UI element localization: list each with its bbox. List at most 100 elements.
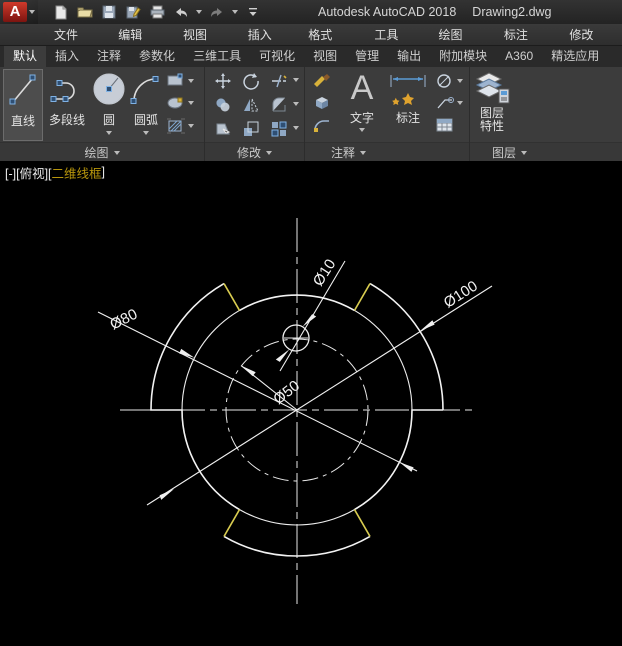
drawing-canvas[interactable]: Ø100 Ø80 Ø50 Ø10: [0, 161, 622, 646]
tab-parametric[interactable]: 参数化: [130, 46, 184, 67]
undo-button[interactable]: [172, 3, 190, 21]
copy-tool-button[interactable]: [213, 95, 233, 115]
menu-modify[interactable]: 修改(M): [555, 24, 622, 46]
stretch-tool-button[interactable]: [213, 119, 233, 139]
text-dropdown-caret-icon[interactable]: [359, 128, 365, 132]
tab-insert[interactable]: 插入: [46, 46, 88, 67]
panel-layers-expand-icon[interactable]: [521, 151, 527, 155]
annotate-extra-column: [435, 73, 463, 133]
menu-view[interactable]: 视图(V): [169, 24, 234, 46]
move-tool-button[interactable]: [213, 71, 233, 91]
hatch-dropdown-caret-icon[interactable]: [188, 124, 194, 128]
cube-icon: [312, 95, 332, 111]
tab-3dtools[interactable]: 三维工具: [184, 46, 250, 67]
new-file-button[interactable]: [52, 3, 70, 21]
window-title: Autodesk AutoCAD 2018Drawing2.dwg: [318, 0, 552, 24]
rotate-tool-button[interactable]: [241, 71, 261, 91]
3d-tool-button[interactable]: [312, 95, 332, 111]
save-as-button[interactable]: [124, 3, 142, 21]
visual-style-control[interactable]: 二维线框: [52, 163, 102, 182]
menu-tools[interactable]: 工具(T): [360, 24, 424, 46]
menu-draw[interactable]: 绘图(D): [425, 24, 490, 46]
panel-annotate-footer[interactable]: 注释: [305, 142, 469, 162]
qat-customize-button[interactable]: [244, 3, 262, 21]
autocad-window: A: [0, 0, 622, 646]
menu-dimension[interactable]: 标注(N): [490, 24, 555, 46]
autocad-logo-icon: A: [3, 2, 27, 22]
ellipse-icon: [166, 95, 186, 111]
panel-modify-footer[interactable]: 修改: [205, 142, 304, 162]
leader-button[interactable]: [435, 95, 463, 111]
app-menu-button[interactable]: A: [0, 0, 38, 24]
redo-dropdown-caret-icon[interactable]: [232, 10, 238, 14]
layer-properties-label-line2: 特性: [480, 119, 504, 133]
ellipse-dropdown-caret-icon[interactable]: [188, 101, 194, 105]
layer-properties-button[interactable]: 图层 特性: [473, 69, 511, 141]
center-mark-caret-icon[interactable]: [457, 79, 463, 83]
outer-arc-left: [151, 284, 240, 510]
dimension-tool-button[interactable]: 标注: [385, 69, 431, 141]
menu-edit[interactable]: 编辑(E): [104, 24, 169, 46]
polyline-tool-label: 多段线: [49, 111, 85, 128]
panel-layers-footer[interactable]: 图层: [470, 142, 622, 162]
match-properties-button[interactable]: [312, 73, 332, 89]
dim50-text: Ø50: [270, 377, 303, 408]
arc-tool-button[interactable]: 圆弧: [128, 69, 164, 141]
rectangle-tool-button[interactable]: [166, 73, 194, 89]
array-dropdown-caret-icon[interactable]: [293, 126, 299, 130]
mirror-tool-button[interactable]: [241, 95, 261, 115]
notch-edge-240: [224, 510, 240, 537]
viewport-controls-prefix[interactable]: [-][俯视][: [5, 163, 52, 182]
circle-dropdown-caret-icon[interactable]: [106, 131, 112, 135]
quick-access-toolbar: [52, 3, 262, 21]
scale-tool-button[interactable]: [241, 119, 261, 139]
tab-annotate[interactable]: 注释: [88, 46, 130, 67]
tab-visualize[interactable]: 可视化: [250, 46, 304, 67]
text-tool-button[interactable]: A 文字: [341, 69, 383, 141]
leader-caret-icon[interactable]: [457, 101, 463, 105]
arc-dropdown-caret-icon[interactable]: [143, 131, 149, 135]
redo-button[interactable]: [208, 3, 226, 21]
center-mark-button[interactable]: [435, 73, 463, 89]
open-file-button[interactable]: [76, 3, 94, 21]
line-tool-label: 直线: [11, 112, 35, 129]
circle-tool-button[interactable]: 圆: [91, 69, 127, 141]
polyline-tool-button[interactable]: 多段线: [45, 69, 89, 141]
mirror-icon: [242, 96, 260, 114]
rectangle-dropdown-caret-icon[interactable]: [188, 79, 194, 83]
tab-view[interactable]: 视图: [304, 46, 346, 67]
panel-draw-expand-icon[interactable]: [114, 151, 120, 155]
panel-annotate-expand-icon[interactable]: [360, 151, 366, 155]
panel-draw-footer[interactable]: 绘图: [0, 142, 204, 162]
fillet-tool-button[interactable]: [269, 95, 289, 115]
table-icon: [435, 117, 455, 133]
tab-addins[interactable]: 附加模块: [430, 46, 496, 67]
menu-insert[interactable]: 插入(I): [234, 24, 295, 46]
menu-format[interactable]: 格式(O): [294, 24, 360, 46]
undo-dropdown-caret-icon[interactable]: [196, 10, 202, 14]
undo-arrow-icon: [173, 6, 189, 19]
tab-home[interactable]: 默认: [4, 46, 46, 67]
trim-tool-button[interactable]: [269, 71, 289, 91]
menu-file[interactable]: 文件(F): [40, 24, 104, 46]
line-tool-button[interactable]: 直线: [3, 69, 43, 141]
fillet-dropdown-caret-icon[interactable]: [293, 102, 299, 106]
ellipse-tool-button[interactable]: [166, 95, 194, 111]
table-button[interactable]: [435, 117, 463, 133]
move-icon: [214, 72, 232, 90]
dim100-arrow-lower: [160, 489, 174, 500]
tab-featured-apps[interactable]: 精选应用: [542, 46, 608, 67]
save-button[interactable]: [100, 3, 118, 21]
array-tool-button[interactable]: [269, 119, 289, 139]
trim-dropdown-caret-icon[interactable]: [293, 78, 299, 82]
panel-modify-expand-icon[interactable]: [266, 151, 272, 155]
dimension-icon: [387, 69, 429, 107]
tab-a360[interactable]: A360: [496, 46, 542, 67]
ribbon: 直线 多段线 圆: [0, 67, 622, 162]
hatch-tool-button[interactable]: [166, 117, 194, 135]
tab-manage[interactable]: 管理: [346, 46, 388, 67]
panel-modify-title: 修改: [237, 144, 261, 161]
tab-output[interactable]: 输出: [388, 46, 430, 67]
polyline-edit-button[interactable]: [312, 117, 332, 133]
plot-button[interactable]: [148, 3, 166, 21]
